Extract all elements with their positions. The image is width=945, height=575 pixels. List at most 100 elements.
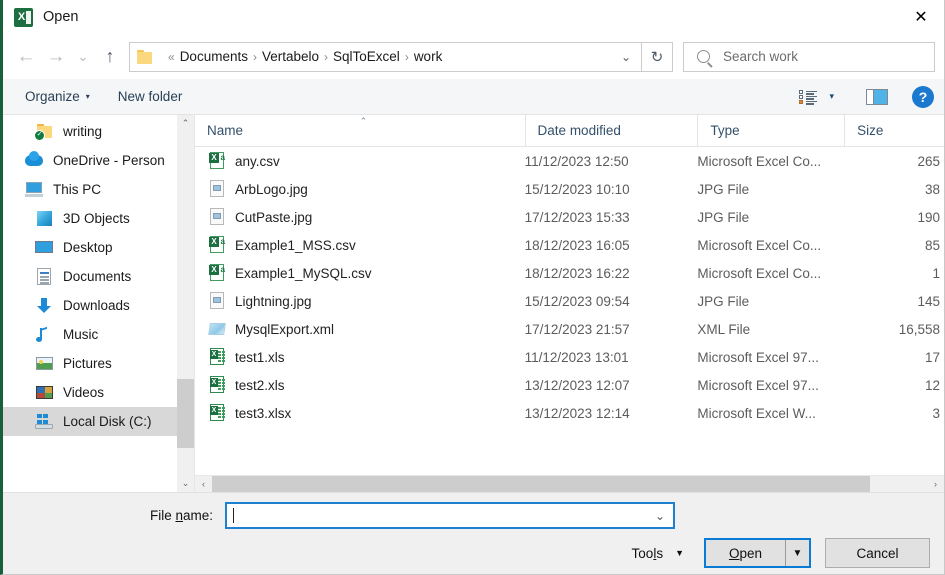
window-title: Open	[43, 9, 79, 25]
pictures-icon	[35, 355, 54, 372]
sidebar-item-writing[interactable]: ✓ writing	[3, 117, 177, 146]
cancel-button[interactable]: Cancel	[825, 538, 930, 568]
search-icon	[697, 50, 710, 63]
sidebar-item-documents[interactable]: Documents	[3, 262, 177, 291]
sidebar-item-label: 3D Objects	[63, 211, 130, 226]
file-type: Microsoft Excel 97...	[697, 349, 819, 365]
xml-file-icon	[208, 320, 226, 338]
file-date-modified: 17/12/2023 15:33	[524, 209, 630, 225]
view-mode-icon[interactable]	[799, 89, 818, 105]
recent-locations-button[interactable]: ⌄	[71, 42, 95, 72]
horizontal-scroll-thumb[interactable]	[212, 475, 870, 493]
file-date-modified: 11/12/2023 13:01	[524, 349, 629, 365]
file-name: test2.xls	[235, 377, 285, 393]
chevron-down-icon[interactable]: ⌄	[655, 509, 669, 523]
file-row[interactable]: MysqlExport.xml 17/12/2023 21:57 XML File 1…	[195, 315, 944, 343]
scroll-down-icon[interactable]: ⌄	[177, 475, 194, 492]
file-row[interactable]: Xa Example1_MSS.csv 18/12/2023 16:05 Micros…	[195, 231, 944, 259]
organize-label: Organize	[25, 89, 80, 104]
file-name-input[interactable]: ⌄	[225, 502, 675, 529]
column-header-date[interactable]: Date modified	[524, 115, 698, 146]
file-type: Microsoft Excel Co...	[697, 237, 822, 253]
up-button[interactable]: ↑	[95, 42, 125, 72]
scroll-up-icon[interactable]: ⌃	[177, 115, 194, 132]
sidebar-scroll-thumb[interactable]	[177, 378, 194, 448]
column-header-type-label: Type	[710, 123, 740, 138]
open-button[interactable]: Open ▼	[704, 538, 811, 568]
dialog-footer: File name: ⌄ All Files (*.*) ⌄ Tools ▼ O…	[3, 492, 944, 574]
sidebar-scrollbar[interactable]: ⌃ ⌄	[177, 115, 194, 492]
file-list-pane: Name ⌃ Date modified Type Size Xa any.csv…	[195, 115, 944, 493]
close-icon[interactable]: ✕	[898, 0, 944, 34]
organize-button[interactable]: Organize ▾	[25, 89, 90, 104]
jpg-file-icon	[209, 292, 226, 310]
file-size: 16,558	[898, 321, 940, 337]
help-icon[interactable]: ?	[912, 85, 934, 108]
tools-label: Tools	[631, 545, 664, 561]
sidebar-item-desktop[interactable]: Desktop	[3, 233, 177, 262]
file-name-label-accel: n	[175, 508, 183, 523]
sidebar-item-videos[interactable]: Videos	[3, 378, 177, 407]
breadcrumb-item-3[interactable]: work	[414, 49, 443, 64]
file-row[interactable]: Xa Example1_MySQL.csv 18/12/2023 16:22 Micr…	[195, 259, 944, 287]
3d-objects-icon	[35, 210, 54, 227]
breadcrumb-item-1[interactable]: Vertabelo	[262, 49, 319, 64]
file-row[interactable]: Xtest3.xlsx 13/12/2023 12:14 Microsoft Exc…	[195, 399, 944, 427]
view-mode-chevron-down-icon[interactable]: ▾	[829, 91, 834, 102]
footer-buttons: Tools ▼ Open ▼ Cancel	[632, 538, 930, 568]
column-header-date-label: Date modified	[537, 123, 621, 138]
jpg-file-icon	[209, 208, 226, 226]
breadcrumb-overflow[interactable]: «	[168, 50, 175, 64]
file-row[interactable]: Xa any.csv 11/12/2023 12:50 Microsoft Excel…	[195, 147, 944, 175]
xls-file-icon: X	[209, 348, 226, 366]
text-cursor	[233, 508, 234, 523]
file-size: 3	[932, 405, 940, 421]
search-placeholder: Search work	[723, 49, 799, 64]
horizontal-scroll-track[interactable]	[212, 475, 927, 493]
file-row[interactable]: ArbLogo.jpg 15/12/2023 10:10 JPG File 38	[195, 175, 944, 203]
search-input[interactable]: Search work	[683, 41, 935, 72]
sidebar-scroll-track[interactable]	[177, 132, 194, 475]
breadcrumb-item-0[interactable]: Documents	[180, 49, 248, 64]
file-size: 38	[924, 181, 940, 197]
column-header-type[interactable]: Type	[697, 115, 844, 146]
tools-button[interactable]: Tools ▼	[632, 546, 684, 561]
sidebar-item-music[interactable]: Music	[3, 320, 177, 349]
jpg-file-icon	[209, 180, 226, 198]
forward-button[interactable]: →	[41, 42, 71, 72]
xls-file-icon: X	[209, 376, 226, 394]
column-header-size[interactable]: Size	[844, 115, 944, 146]
back-button[interactable]: ←	[11, 42, 41, 72]
column-header-name[interactable]: Name ⌃	[195, 115, 525, 146]
breadcrumb-item-2[interactable]: SqlToExcel	[333, 49, 400, 64]
sidebar-item-this-pc[interactable]: This PC	[3, 175, 177, 204]
file-type: JPG File	[697, 293, 750, 309]
sidebar-item-3d-objects[interactable]: 3D Objects	[3, 204, 177, 233]
dialog-body: ✓ writing OneDrive - Person This PC 3D Objec…	[3, 115, 944, 493]
chevron-down-icon[interactable]: ⌄	[615, 50, 637, 64]
file-name: any.csv	[235, 153, 280, 169]
open-dropdown-icon[interactable]: ▼	[785, 540, 809, 566]
file-list-horizontal-scrollbar[interactable]: ‹ ›	[195, 475, 944, 493]
sidebar-item-local-disk-c[interactable]: Local Disk (C:)	[3, 407, 177, 436]
this-pc-icon	[25, 181, 44, 198]
command-toolbar: Organize ▾ New folder ▾ ?	[3, 79, 944, 115]
file-row[interactable]: CutPaste.jpg 17/12/2023 15:33 JPG File 190	[195, 203, 944, 231]
sidebar-item-pictures[interactable]: Pictures	[3, 349, 177, 378]
file-row[interactable]: Lightning.jpg 15/12/2023 09:54 JPG File 145	[195, 287, 944, 315]
file-type: Microsoft Excel W...	[697, 405, 816, 421]
preview-pane-icon[interactable]	[866, 88, 888, 105]
file-size: 190	[917, 209, 940, 225]
sidebar-item-onedrive-person[interactable]: OneDrive - Person	[3, 146, 177, 175]
file-row[interactable]: Xtest1.xls 11/12/2023 13:01 Microsoft Exce…	[195, 343, 944, 371]
address-bar[interactable]: « Documents › Vertabelo › SqlToExcel › w…	[129, 41, 642, 72]
column-header-name-label: Name	[207, 123, 244, 138]
new-folder-button[interactable]: New folder	[118, 89, 183, 104]
file-size: 145	[917, 293, 940, 309]
sidebar-item-downloads[interactable]: Downloads	[3, 291, 177, 320]
local-disk-icon	[35, 413, 54, 430]
refresh-icon[interactable]: ↻	[641, 41, 673, 72]
scroll-right-icon[interactable]: ›	[927, 479, 944, 489]
file-row[interactable]: Xtest2.xls 13/12/2023 12:07 Microsoft Exce…	[195, 371, 944, 399]
scroll-left-icon[interactable]: ‹	[195, 479, 212, 489]
